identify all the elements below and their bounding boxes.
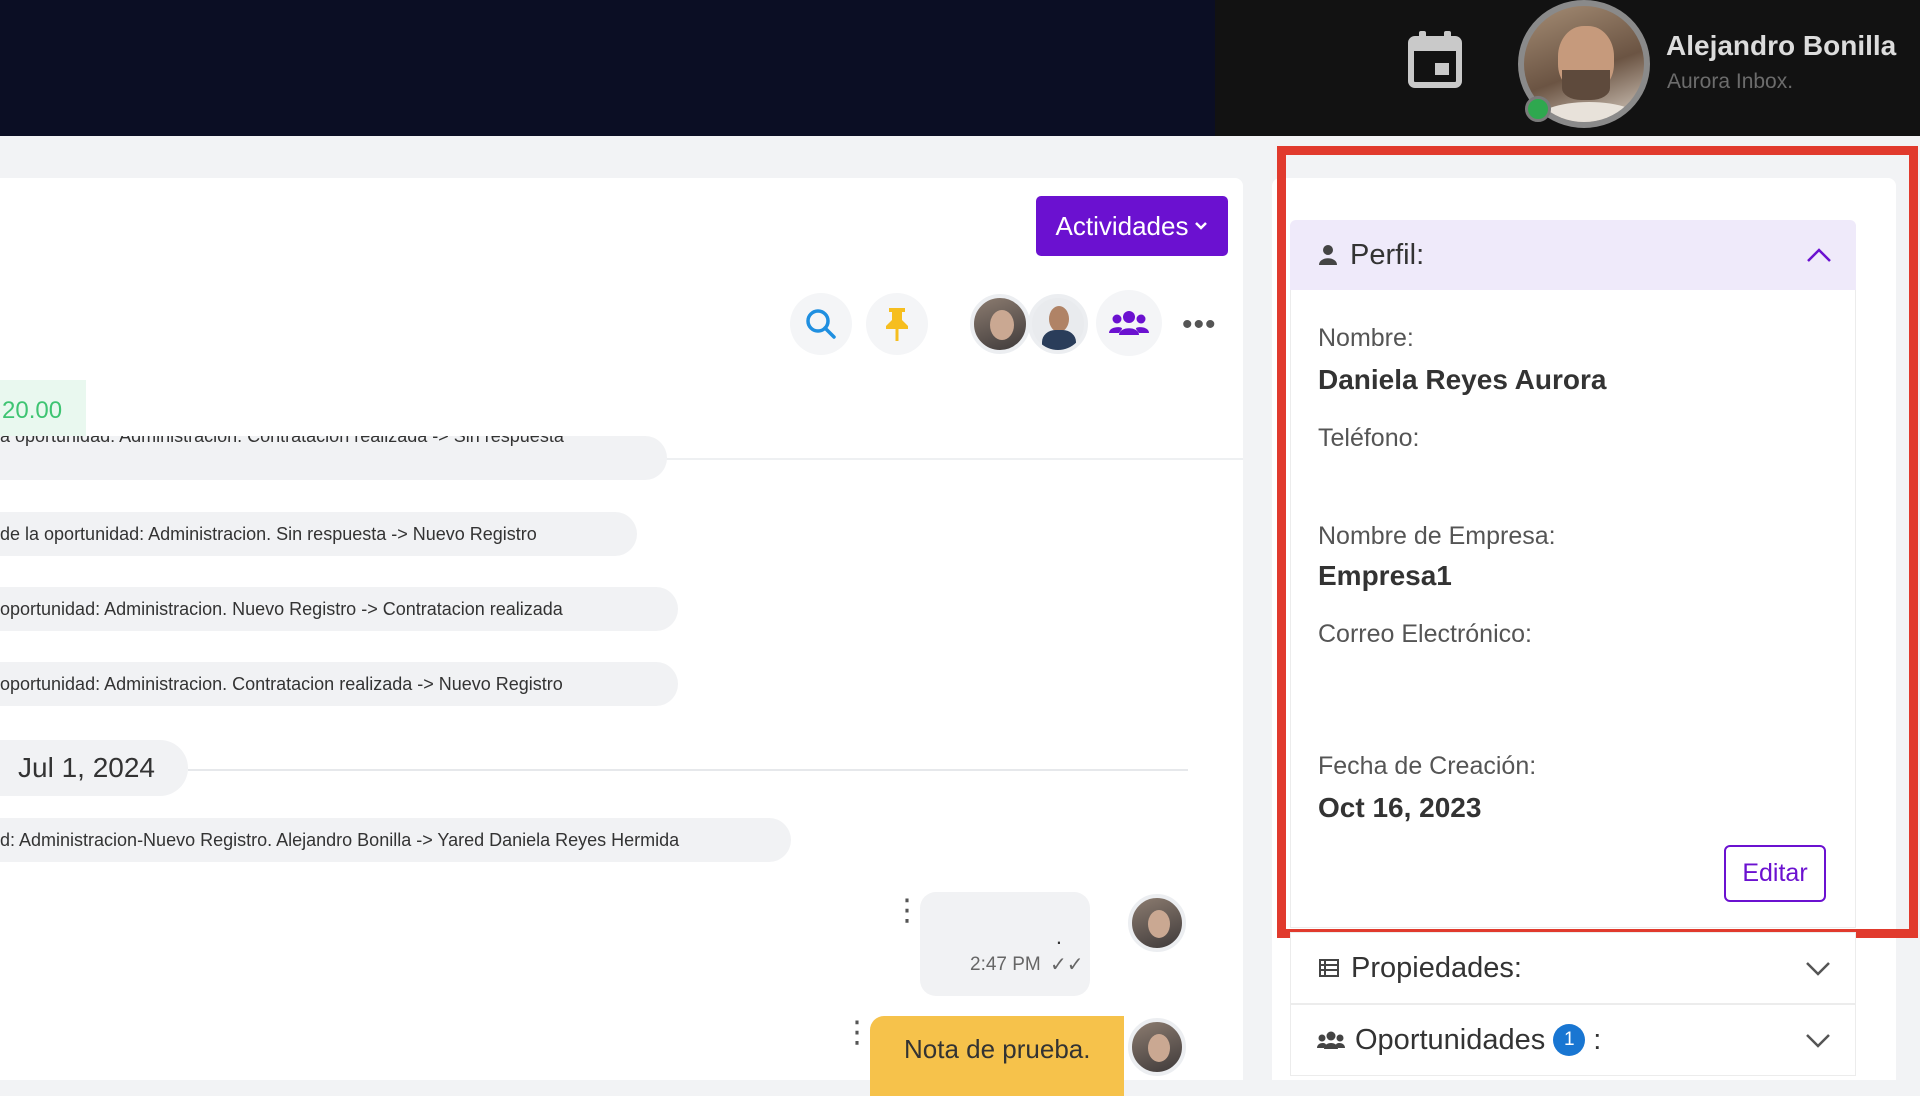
list-icon bbox=[1319, 959, 1339, 977]
note-sender-avatar bbox=[1128, 1018, 1186, 1076]
activities-label: Actividades bbox=[1055, 210, 1189, 241]
message-sender-avatar bbox=[1128, 894, 1186, 952]
date-separator: Jul 1, 2024 bbox=[0, 740, 188, 796]
assignment-log-item: d: Administracion-Nuevo Registro. Alejan… bbox=[0, 818, 791, 862]
message-text: . bbox=[1055, 924, 1062, 949]
team-button[interactable] bbox=[1096, 290, 1162, 356]
search-button[interactable] bbox=[790, 293, 852, 355]
activity-log-item: oportunidad: Administracion. Contratacio… bbox=[0, 662, 678, 706]
calendar-icon[interactable] bbox=[1405, 27, 1465, 91]
properties-section-title: Propiedades: bbox=[1351, 951, 1522, 984]
users-icon bbox=[1317, 1031, 1345, 1049]
chevron-down-icon[interactable] bbox=[1805, 1032, 1831, 1048]
chevron-down-icon[interactable] bbox=[1805, 960, 1831, 976]
note-options-icon[interactable]: ⋮ bbox=[842, 1018, 872, 1048]
user-name: Alejandro Bonilla bbox=[1666, 30, 1897, 61]
chat-message: . 2:47 PM ✓✓ bbox=[920, 892, 1090, 996]
highlight-box bbox=[1277, 146, 1918, 938]
opportunities-count-badge: 1 bbox=[1553, 1024, 1586, 1056]
online-status-dot bbox=[1525, 96, 1551, 122]
date-separator-line bbox=[188, 769, 1188, 771]
opportunities-section-title: Oportunidades bbox=[1355, 1023, 1546, 1056]
properties-section-header[interactable]: Propiedades: bbox=[1290, 932, 1856, 1004]
users-icon bbox=[1109, 311, 1149, 335]
pin-button[interactable] bbox=[866, 293, 928, 355]
activities-button[interactable]: Actividades bbox=[1036, 196, 1228, 256]
chevron-down-icon bbox=[1195, 222, 1208, 230]
read-receipt-icon: ✓✓ bbox=[1050, 954, 1084, 976]
message-time: 2:47 PM bbox=[970, 954, 1041, 975]
pin-icon bbox=[886, 308, 908, 341]
activity-log-item: de la oportunidad: Administracion. Sin r… bbox=[0, 512, 637, 556]
activity-log-item: oportunidad: Administracion. Nuevo Regis… bbox=[0, 587, 678, 631]
agent-avatar-1[interactable] bbox=[970, 294, 1030, 354]
message-options-icon[interactable]: ⋮ bbox=[892, 896, 922, 926]
user-subtitle: Aurora Inbox. bbox=[1667, 70, 1794, 93]
opportunities-colon: : bbox=[1593, 1023, 1602, 1056]
opportunities-section-header[interactable]: Oportunidades 1 : bbox=[1290, 1004, 1856, 1076]
search-icon bbox=[806, 309, 836, 339]
internal-note: Nota de prueba. bbox=[870, 1016, 1124, 1096]
more-options-icon[interactable]: ••• bbox=[1182, 308, 1217, 342]
agent-avatar-2[interactable] bbox=[1028, 294, 1088, 354]
note-text: Nota de prueba. bbox=[904, 1034, 1091, 1064]
activity-log-item: a oportunidad: Administracion. Contratac… bbox=[0, 436, 667, 480]
deal-amount: 20.00 bbox=[0, 380, 86, 442]
